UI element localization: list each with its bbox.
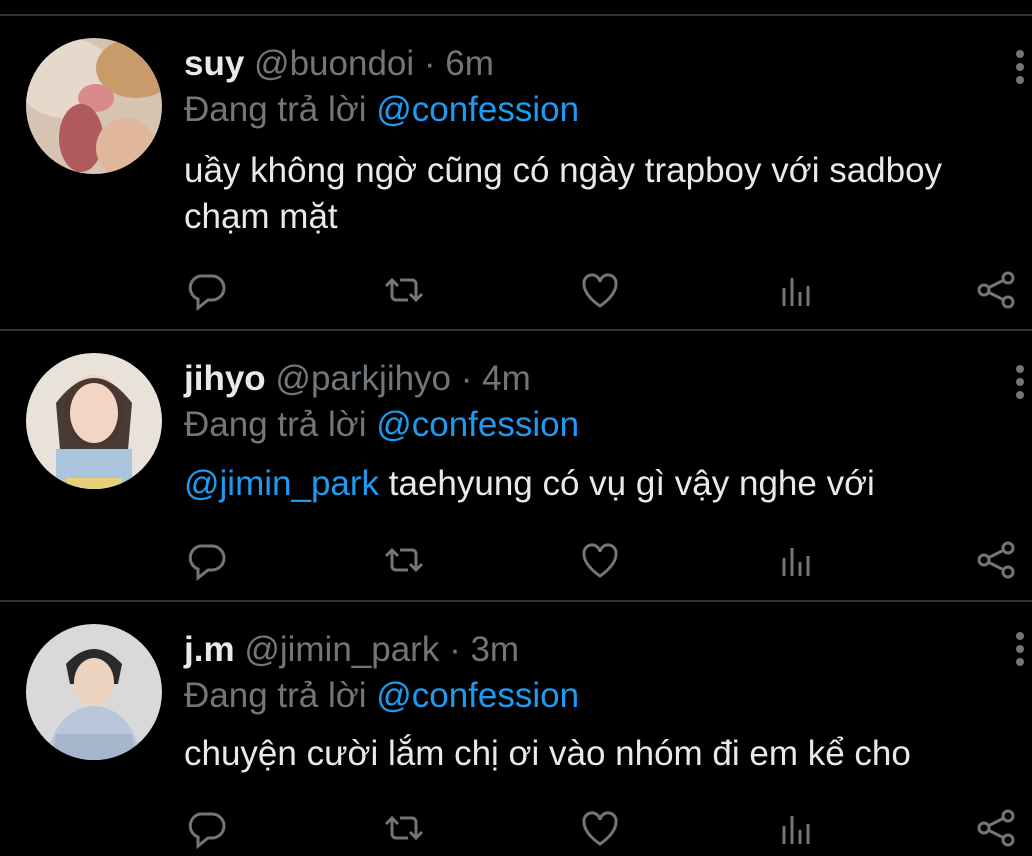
share-button[interactable] — [974, 806, 1018, 850]
tweet-text: chuyện cười lắm chị ơi vào nhóm đi em kể… — [184, 731, 1014, 777]
reply-prefix: Đang trả lời — [184, 90, 377, 129]
reply-to-link[interactable]: @confession — [376, 405, 579, 444]
tweet-text-content: taehyung có vụ gì vậy nghe với — [379, 464, 875, 503]
separator: · — [451, 359, 483, 398]
action-bar — [0, 268, 1032, 312]
user-handle[interactable]: @buondoi — [254, 44, 414, 83]
avatar[interactable] — [26, 624, 162, 760]
more-icon[interactable] — [1016, 365, 1026, 404]
tweet-header: jihyo @parkjihyo · 4m — [184, 359, 531, 399]
tweet-1[interactable]: suy @buondoi · 6m Đang trả lời @confessi… — [0, 16, 1032, 328]
display-name[interactable]: suy — [184, 44, 244, 83]
tweet-header: suy @buondoi · 6m — [184, 44, 494, 84]
analytics-icon — [782, 548, 810, 576]
reply-context: Đang trả lời @confession — [184, 676, 579, 716]
mention-link[interactable]: @jimin_park — [184, 464, 379, 503]
like-button[interactable] — [578, 538, 622, 582]
reply-context: Đang trả lời @confession — [184, 90, 579, 130]
retweet-button[interactable] — [382, 806, 426, 850]
reply-to-link[interactable]: @confession — [376, 90, 579, 129]
tweet-header: j.m @jimin_park · 3m — [184, 630, 519, 670]
reply-icon — [188, 812, 226, 850]
reply-prefix: Đang trả lời — [184, 405, 377, 444]
share-icon — [977, 271, 1015, 309]
timestamp[interactable]: 4m — [482, 359, 531, 398]
analytics-icon — [782, 816, 810, 844]
like-icon — [582, 273, 618, 308]
display-name[interactable]: jihyo — [184, 359, 266, 398]
tweet-text-content: uầy không ngờ cũng có ngày trapboy với s… — [184, 151, 943, 236]
like-icon — [582, 811, 618, 846]
avatar[interactable] — [26, 353, 162, 489]
timestamp[interactable]: 6m — [445, 44, 494, 83]
reply-icon — [188, 544, 226, 582]
like-button[interactable] — [578, 268, 622, 312]
analytics-button[interactable] — [776, 268, 820, 312]
tweet-text: uầy không ngờ cũng có ngày trapboy với s… — [184, 148, 1014, 240]
tweet-2[interactable]: jihyo @parkjihyo · 4m Đang trả lời @conf… — [0, 331, 1032, 599]
separator: · — [414, 44, 446, 83]
retweet-button[interactable] — [382, 268, 426, 312]
reply-button[interactable] — [184, 268, 228, 312]
more-icon[interactable] — [1016, 50, 1026, 89]
timestamp[interactable]: 3m — [470, 630, 519, 669]
retweet-icon — [384, 547, 424, 573]
reply-to-link[interactable]: @confession — [376, 676, 579, 715]
action-bar — [0, 806, 1032, 850]
reply-icon — [188, 274, 226, 312]
action-bar — [0, 538, 1032, 582]
retweet-icon — [384, 277, 424, 303]
reply-context: Đang trả lời @confession — [184, 405, 579, 445]
reply-prefix: Đang trả lời — [184, 676, 377, 715]
share-button[interactable] — [974, 268, 1018, 312]
share-button[interactable] — [974, 538, 1018, 582]
tweet-3[interactable]: j.m @jimin_park · 3m Đang trả lời @confe… — [0, 602, 1032, 856]
analytics-button[interactable] — [776, 806, 820, 850]
retweet-button[interactable] — [382, 538, 426, 582]
analytics-button[interactable] — [776, 538, 820, 582]
analytics-icon — [782, 278, 810, 306]
reply-button[interactable] — [184, 806, 228, 850]
share-icon — [977, 541, 1015, 579]
like-icon — [582, 543, 618, 578]
display-name[interactable]: j.m — [184, 630, 235, 669]
reply-button[interactable] — [184, 538, 228, 582]
tweet-text-content: chuyện cười lắm chị ơi vào nhóm đi em kể… — [184, 734, 911, 773]
retweet-icon — [384, 815, 424, 841]
like-button[interactable] — [578, 806, 622, 850]
share-icon — [977, 809, 1015, 847]
avatar[interactable] — [26, 38, 162, 174]
user-handle[interactable]: @jimin_park — [244, 630, 439, 669]
tweet-text: @jimin_park taehyung có vụ gì vậy nghe v… — [184, 461, 1014, 507]
more-icon[interactable] — [1016, 632, 1026, 671]
separator: · — [439, 630, 471, 669]
user-handle[interactable]: @parkjihyo — [275, 359, 451, 398]
